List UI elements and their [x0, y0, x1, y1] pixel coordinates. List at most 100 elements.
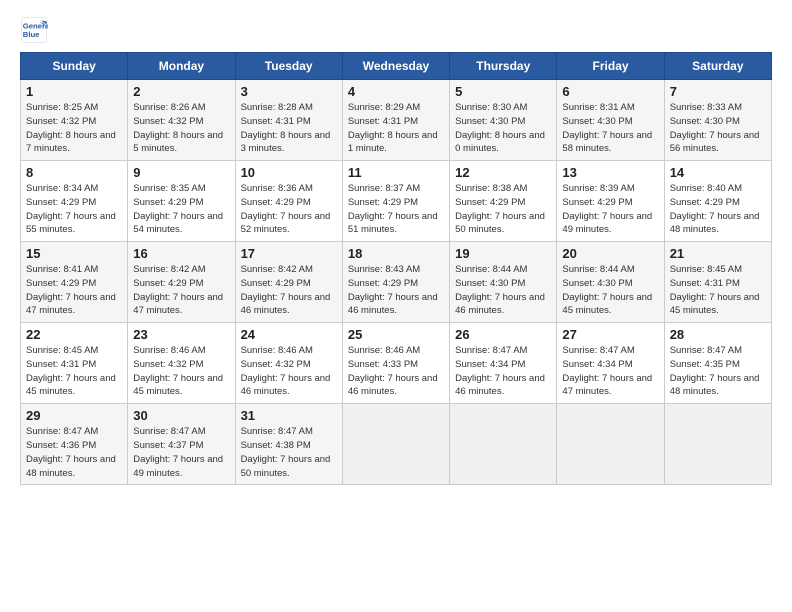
day-number: 24: [241, 327, 337, 342]
day-detail: Sunrise: 8:37 AMSunset: 4:29 PMDaylight:…: [348, 182, 444, 237]
day-detail: Sunrise: 8:25 AMSunset: 4:32 PMDaylight:…: [26, 101, 122, 156]
calendar-cell: 15 Sunrise: 8:41 AMSunset: 4:29 PMDayligh…: [21, 242, 128, 323]
day-number: 9: [133, 165, 229, 180]
day-detail: Sunrise: 8:47 AMSunset: 4:37 PMDaylight:…: [133, 425, 229, 480]
day-detail: Sunrise: 8:45 AMSunset: 4:31 PMDaylight:…: [26, 344, 122, 399]
day-detail: Sunrise: 8:44 AMSunset: 4:30 PMDaylight:…: [562, 263, 658, 318]
day-number: 15: [26, 246, 122, 261]
day-detail: Sunrise: 8:42 AMSunset: 4:29 PMDaylight:…: [241, 263, 337, 318]
day-number: 19: [455, 246, 551, 261]
day-number: 27: [562, 327, 658, 342]
calendar-cell: 17 Sunrise: 8:42 AMSunset: 4:29 PMDayligh…: [235, 242, 342, 323]
calendar-cell: 18Sunrise: 8:43 AMSunset: 4:29 PMDayligh…: [342, 242, 449, 323]
day-detail: Sunrise: 8:47 AMSunset: 4:34 PMDaylight:…: [562, 344, 658, 399]
calendar-cell: 23 Sunrise: 8:46 AMSunset: 4:32 PMDayligh…: [128, 323, 235, 404]
day-detail: Sunrise: 8:35 AMSunset: 4:29 PMDaylight:…: [133, 182, 229, 237]
page: General Blue SundayMondayTuesdayWednesda…: [0, 0, 792, 495]
day-number: 25: [348, 327, 444, 342]
day-number: 18: [348, 246, 444, 261]
day-number: 8: [26, 165, 122, 180]
day-number: 11: [348, 165, 444, 180]
header: General Blue: [20, 16, 772, 44]
day-detail: Sunrise: 8:36 AMSunset: 4:29 PMDaylight:…: [241, 182, 337, 237]
day-detail: Sunrise: 8:26 AMSunset: 4:32 PMDaylight:…: [133, 101, 229, 156]
day-detail: Sunrise: 8:44 AMSunset: 4:30 PMDaylight:…: [455, 263, 551, 318]
calendar-cell: 5Sunrise: 8:30 AMSunset: 4:30 PMDaylight…: [450, 80, 557, 161]
day-detail: Sunrise: 8:34 AMSunset: 4:29 PMDaylight:…: [26, 182, 122, 237]
day-detail: Sunrise: 8:47 AMSunset: 4:34 PMDaylight:…: [455, 344, 551, 399]
day-number: 12: [455, 165, 551, 180]
day-number: 4: [348, 84, 444, 99]
calendar-cell: [342, 404, 449, 485]
calendar-cell: 12 Sunrise: 8:38 AMSunset: 4:29 PMDayligh…: [450, 161, 557, 242]
svg-text:General: General: [23, 22, 48, 31]
day-detail: Sunrise: 8:29 AMSunset: 4:31 PMDaylight:…: [348, 101, 444, 156]
day-detail: Sunrise: 8:41 AMSunset: 4:29 PMDaylight:…: [26, 263, 122, 318]
calendar-cell: 22 Sunrise: 8:45 AMSunset: 4:31 PMDayligh…: [21, 323, 128, 404]
calendar-cell: 13 Sunrise: 8:39 AMSunset: 4:29 PMDayligh…: [557, 161, 664, 242]
day-number: 29: [26, 408, 122, 423]
day-number: 28: [670, 327, 766, 342]
day-detail: Sunrise: 8:47 AMSunset: 4:35 PMDaylight:…: [670, 344, 766, 399]
calendar-cell: 16Sunrise: 8:42 AMSunset: 4:29 PMDayligh…: [128, 242, 235, 323]
col-header-saturday: Saturday: [664, 53, 771, 80]
day-detail: Sunrise: 8:31 AMSunset: 4:30 PMDaylight:…: [562, 101, 658, 156]
calendar-cell: 30 Sunrise: 8:47 AMSunset: 4:37 PMDayligh…: [128, 404, 235, 485]
day-detail: Sunrise: 8:38 AMSunset: 4:29 PMDaylight:…: [455, 182, 551, 237]
day-detail: Sunrise: 8:33 AMSunset: 4:30 PMDaylight:…: [670, 101, 766, 156]
day-detail: Sunrise: 8:39 AMSunset: 4:29 PMDaylight:…: [562, 182, 658, 237]
calendar-cell: 8 Sunrise: 8:34 AMSunset: 4:29 PMDaylight…: [21, 161, 128, 242]
day-detail: Sunrise: 8:46 AMSunset: 4:33 PMDaylight:…: [348, 344, 444, 399]
calendar-cell: 25 Sunrise: 8:46 AMSunset: 4:33 PMDayligh…: [342, 323, 449, 404]
day-detail: Sunrise: 8:28 AMSunset: 4:31 PMDaylight:…: [241, 101, 337, 156]
day-number: 1: [26, 84, 122, 99]
calendar-cell: 26Sunrise: 8:47 AMSunset: 4:34 PMDayligh…: [450, 323, 557, 404]
day-number: 13: [562, 165, 658, 180]
day-detail: Sunrise: 8:42 AMSunset: 4:29 PMDaylight:…: [133, 263, 229, 318]
day-number: 22: [26, 327, 122, 342]
calendar-cell: 14 Sunrise: 8:40 AMSunset: 4:29 PMDayligh…: [664, 161, 771, 242]
day-number: 14: [670, 165, 766, 180]
calendar-cell: 9 Sunrise: 8:35 AMSunset: 4:29 PMDaylight…: [128, 161, 235, 242]
calendar-cell: [557, 404, 664, 485]
svg-text:Blue: Blue: [23, 30, 40, 39]
calendar-cell: 28 Sunrise: 8:47 AMSunset: 4:35 PMDayligh…: [664, 323, 771, 404]
col-header-sunday: Sunday: [21, 53, 128, 80]
day-number: 30: [133, 408, 229, 423]
day-detail: Sunrise: 8:46 AMSunset: 4:32 PMDaylight:…: [133, 344, 229, 399]
calendar-cell: [664, 404, 771, 485]
calendar-cell: 31 Sunrise: 8:47 AMSunset: 4:38 PMDayligh…: [235, 404, 342, 485]
logo: General Blue: [20, 16, 48, 44]
day-number: 31: [241, 408, 337, 423]
calendar-cell: 24 Sunrise: 8:46 AMSunset: 4:32 PMDayligh…: [235, 323, 342, 404]
col-header-wednesday: Wednesday: [342, 53, 449, 80]
day-number: 2: [133, 84, 229, 99]
calendar-table: SundayMondayTuesdayWednesdayThursdayFrid…: [20, 52, 772, 485]
col-header-tuesday: Tuesday: [235, 53, 342, 80]
col-header-thursday: Thursday: [450, 53, 557, 80]
calendar-cell: 21Sunrise: 8:45 AMSunset: 4:31 PMDayligh…: [664, 242, 771, 323]
day-detail: Sunrise: 8:30 AMSunset: 4:30 PMDaylight:…: [455, 101, 551, 156]
calendar-cell: 3 Sunrise: 8:28 AMSunset: 4:31 PMDaylight…: [235, 80, 342, 161]
day-number: 17: [241, 246, 337, 261]
day-number: 20: [562, 246, 658, 261]
calendar-cell: 2 Sunrise: 8:26 AMSunset: 4:32 PMDaylight…: [128, 80, 235, 161]
day-number: 23: [133, 327, 229, 342]
calendar-cell: 6Sunrise: 8:31 AMSunset: 4:30 PMDaylight…: [557, 80, 664, 161]
calendar-cell: 7Sunrise: 8:33 AMSunset: 4:30 PMDaylight…: [664, 80, 771, 161]
calendar-cell: 27 Sunrise: 8:47 AMSunset: 4:34 PMDayligh…: [557, 323, 664, 404]
calendar-cell: 19 Sunrise: 8:44 AMSunset: 4:30 PMDayligh…: [450, 242, 557, 323]
day-detail: Sunrise: 8:40 AMSunset: 4:29 PMDaylight:…: [670, 182, 766, 237]
calendar-cell: 29 Sunrise: 8:47 AMSunset: 4:36 PMDayligh…: [21, 404, 128, 485]
day-number: 10: [241, 165, 337, 180]
day-detail: Sunrise: 8:45 AMSunset: 4:31 PMDaylight:…: [670, 263, 766, 318]
col-header-monday: Monday: [128, 53, 235, 80]
day-number: 3: [241, 84, 337, 99]
calendar-cell: 4 Sunrise: 8:29 AMSunset: 4:31 PMDaylight…: [342, 80, 449, 161]
day-detail: Sunrise: 8:47 AMSunset: 4:36 PMDaylight:…: [26, 425, 122, 480]
day-detail: Sunrise: 8:46 AMSunset: 4:32 PMDaylight:…: [241, 344, 337, 399]
calendar-cell: 11 Sunrise: 8:37 AMSunset: 4:29 PMDayligh…: [342, 161, 449, 242]
calendar-cell: 10 Sunrise: 8:36 AMSunset: 4:29 PMDayligh…: [235, 161, 342, 242]
day-detail: Sunrise: 8:47 AMSunset: 4:38 PMDaylight:…: [241, 425, 337, 480]
calendar-cell: 1 Sunrise: 8:25 AMSunset: 4:32 PMDaylight…: [21, 80, 128, 161]
